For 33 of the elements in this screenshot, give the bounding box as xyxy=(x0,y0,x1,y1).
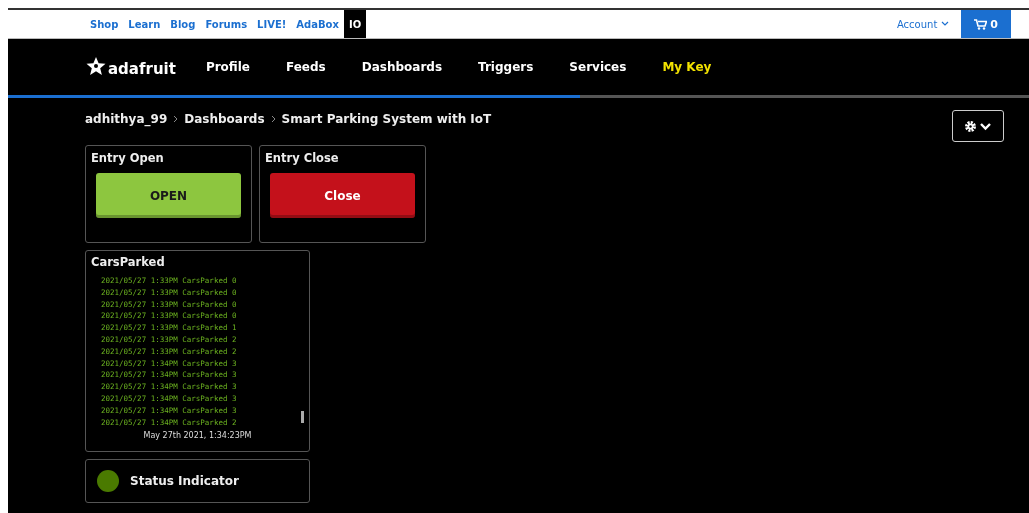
top-link[interactable]: Learn xyxy=(123,10,166,38)
breadcrumb-link[interactable]: Smart Parking System with IoT xyxy=(281,112,492,126)
top-link[interactable]: Forums xyxy=(200,10,253,38)
timestamp: May 27th 2021, 1:34:23PM xyxy=(142,431,253,440)
action-button[interactable]: OPEN xyxy=(96,173,241,218)
top-link[interactable]: AdaBox xyxy=(291,10,344,38)
nav-link[interactable]: Dashboards xyxy=(361,60,443,74)
scrollbar[interactable] xyxy=(301,411,304,423)
block-title: CarsParked xyxy=(91,255,166,269)
breadcrumb-link[interactable]: adhithya_99 xyxy=(85,112,168,126)
top-link[interactable]: Blog xyxy=(165,10,201,38)
adafruit-logo[interactable]: adafruit xyxy=(85,56,176,78)
top-link[interactable]: IO xyxy=(343,10,367,38)
account-menu[interactable]: Account xyxy=(896,10,950,38)
settings-button[interactable] xyxy=(952,110,1004,142)
nav-link[interactable]: Services xyxy=(569,60,627,74)
action-button[interactable]: Close xyxy=(270,173,415,218)
settings-icon xyxy=(964,119,992,133)
nav-link[interactable]: Feeds xyxy=(286,60,326,74)
nav-link[interactable]: Profile xyxy=(205,60,250,74)
top-link[interactable]: Shop xyxy=(85,10,124,38)
cart-button[interactable]: 0 xyxy=(961,10,1011,38)
nav-link[interactable]: My Key xyxy=(662,60,712,74)
top-link[interactable]: LIVE! xyxy=(252,10,292,38)
chevron-icon xyxy=(173,115,179,123)
chevron-icon xyxy=(941,21,950,27)
breadcrumb-link[interactable]: Dashboards xyxy=(184,112,265,126)
cart-icon xyxy=(974,18,988,30)
indicator-label: Status Indicator xyxy=(130,474,239,488)
block-title: Entry Close xyxy=(265,151,340,165)
chevron-icon xyxy=(270,115,276,123)
block-title: Entry Open xyxy=(91,151,165,165)
nav-link[interactable]: Triggers xyxy=(478,60,534,74)
